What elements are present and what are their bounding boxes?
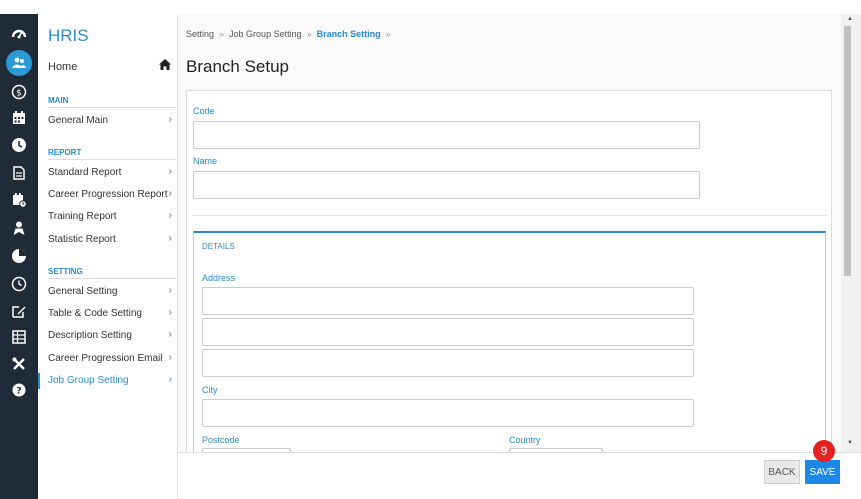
breadcrumb: Setting » Job Group Setting » Branch Setting… <box>186 29 396 39</box>
table-icon[interactable] <box>9 327 29 347</box>
chevron-right-icon: › <box>168 374 172 385</box>
sidebar-item-label: Job Group Setting <box>48 375 129 386</box>
breadcrumb-setting[interactable]: Setting <box>186 29 214 39</box>
scroll-down-icon[interactable]: ▼ <box>847 440 853 446</box>
scroll-up-icon[interactable]: ▲ <box>847 16 853 22</box>
back-button[interactable]: BACK <box>764 460 800 484</box>
sidebar-item-label: General Setting <box>48 286 118 297</box>
sidebar-item-table-code-setting[interactable]: Table & Code Setting › <box>48 307 172 319</box>
chevron-right-icon: › <box>168 307 172 318</box>
scrollbar[interactable]: ▲ ▼ <box>841 14 861 452</box>
active-indicator <box>38 373 40 389</box>
sidebar-item-home[interactable]: Home <box>48 58 172 74</box>
edit-icon[interactable] <box>9 301 29 321</box>
sidebar-item-career-progression-email[interactable]: Career Progression Email › <box>48 352 172 364</box>
payroll-icon[interactable]: $ <box>9 82 29 102</box>
user-award-icon[interactable] <box>9 218 29 238</box>
chevron-right-icon: › <box>168 114 172 125</box>
sidebar-item-label: Table & Code Setting <box>48 308 142 319</box>
sidebar-item-training-report[interactable]: Training Report › <box>48 210 172 222</box>
code-input[interactable] <box>193 121 700 149</box>
icon-rail: $ ? <box>0 14 38 499</box>
top-strip <box>0 0 861 14</box>
brand-title[interactable]: HRIS <box>48 26 89 46</box>
chevron-right-icon: › <box>168 352 172 363</box>
sidebar-item-job-group-setting[interactable]: Job Group Setting › <box>48 374 172 386</box>
sidebar-item-standard-report[interactable]: Standard Report › <box>48 166 172 178</box>
chevron-right-icon: › <box>168 285 172 296</box>
sidebar-item-label: Standard Report <box>48 167 122 178</box>
name-input[interactable] <box>193 171 700 199</box>
people-icon[interactable] <box>6 50 32 76</box>
sidebar-item-label: Career Progression Email <box>48 353 163 364</box>
divider <box>48 107 176 108</box>
step-badge: 9 <box>813 440 835 462</box>
sidebar-item-label: Career Progression Report <box>48 189 168 200</box>
main-content: Setting » Job Group Setting » Branch Setting… <box>178 14 841 491</box>
schedule-icon[interactable] <box>9 190 29 210</box>
sidebar-item-label: Statistic Report <box>48 234 116 245</box>
sidebar-item-general-main[interactable]: General Main › <box>48 114 172 126</box>
sidebar-item-description-setting[interactable]: Description Setting › <box>48 329 172 341</box>
chevron-right-icon: › <box>168 166 172 177</box>
city-label: City <box>202 385 218 395</box>
scroll-thumb[interactable] <box>844 26 851 276</box>
section-report: REPORT <box>48 148 82 157</box>
sidebar-item-label: Description Setting <box>48 330 132 341</box>
sidebar-item-label: Training Report <box>48 211 117 222</box>
chevron-right-icon: › <box>168 188 172 199</box>
city-input[interactable] <box>202 399 694 427</box>
breadcrumb-job-group-setting[interactable]: Job Group Setting <box>229 29 302 39</box>
sidebar-item-career-progression-report[interactable]: Career Progression Report › <box>48 188 172 200</box>
divider <box>193 215 827 216</box>
divider <box>48 159 176 160</box>
address-line-2-input[interactable] <box>202 318 694 346</box>
chevron-right-icon: › <box>168 329 172 340</box>
country-label: Country <box>509 435 541 445</box>
chart-pie-icon[interactable] <box>9 246 29 266</box>
chevron-right-icon: › <box>168 210 172 221</box>
name-label: Name <box>193 156 218 166</box>
address-line-1-input[interactable] <box>202 287 694 315</box>
sidebar-item-label: General Main <box>48 115 109 126</box>
sidebar-item-label: Home <box>48 61 78 73</box>
footer-bar: BACK SAVE <box>178 452 861 499</box>
clock-icon[interactable] <box>9 135 29 155</box>
sidebar-item-general-setting[interactable]: General Setting › <box>48 285 172 297</box>
home-icon[interactable] <box>158 58 172 74</box>
address-line-3-input[interactable] <box>202 349 694 377</box>
section-setting: SETTING <box>48 267 83 276</box>
breadcrumb-branch-setting[interactable]: Branch Setting <box>317 29 381 39</box>
help-icon[interactable]: ? <box>9 380 29 400</box>
timer-icon[interactable] <box>9 274 29 294</box>
save-button[interactable]: SAVE <box>805 460 840 484</box>
chevron-right-icon: › <box>168 233 172 244</box>
details-title: DETAILS <box>202 242 235 251</box>
code-label: Code <box>193 106 215 116</box>
dashboard-icon[interactable] <box>9 24 29 44</box>
sidebar: HRIS Home MAIN General Main › REPORT Sta… <box>38 14 178 499</box>
document-icon[interactable] <box>9 163 29 183</box>
breadcrumb-separator: » <box>219 29 225 39</box>
breadcrumb-separator: » <box>306 29 312 39</box>
page-title: Branch Setup <box>186 57 290 76</box>
breadcrumb-separator: » <box>385 29 391 39</box>
svg-text:$: $ <box>16 89 22 99</box>
tools-icon[interactable] <box>9 354 29 374</box>
address-label: Address <box>202 273 236 283</box>
section-main: MAIN <box>48 96 69 105</box>
postcode-label: Postcode <box>202 435 240 445</box>
calendar-icon[interactable] <box>9 108 29 128</box>
sidebar-item-statistic-report[interactable]: Statistic Report › <box>48 233 172 245</box>
svg-text:?: ? <box>16 387 21 397</box>
form-card: Code Name DETAILS Address City Postcode … <box>186 90 832 491</box>
divider <box>48 278 176 279</box>
